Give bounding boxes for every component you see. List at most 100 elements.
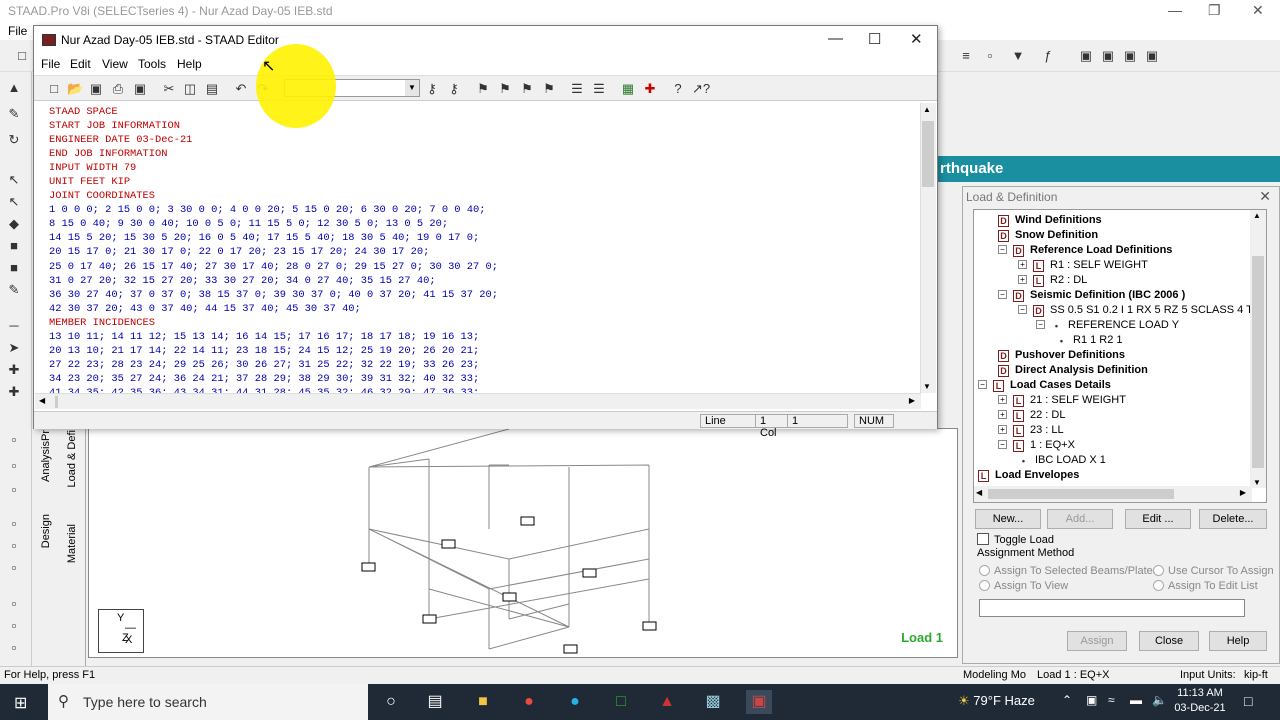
close-button[interactable]: Close (1139, 631, 1199, 651)
editor-line[interactable]: 20 13 10; 21 17 14; 22 14 11; 23 18 15; … (49, 344, 923, 358)
windows-start-icon[interactable]: ⊞ (14, 693, 27, 713)
tree-vertical-scrollbar[interactable]: ▲ ▼ (1250, 210, 1266, 488)
replace-icon[interactable]: ⚷ (446, 81, 462, 97)
toggle-load-checkbox[interactable]: Toggle Load (977, 533, 1054, 546)
expand-icon[interactable]: + (1018, 260, 1027, 269)
chevron-up-icon[interactable]: ⌃ (1062, 693, 1072, 707)
editor-line[interactable]: 13 10 11; 14 11 12; 15 13 14; 16 14 15; … (49, 330, 923, 344)
paste-icon[interactable]: ▫ (6, 538, 22, 554)
tab-load-definition[interactable]: Load & Defi (66, 430, 78, 487)
tree-item[interactable]: D Wind Definitions (998, 213, 1102, 228)
editor-menu-help[interactable]: Help (177, 57, 202, 71)
ruler-icon[interactable]: ─ (6, 318, 22, 334)
taskbar-clock[interactable]: 11:13 AM 03-Dec-21 (1170, 686, 1230, 716)
select-icon[interactable]: ↖ (6, 194, 22, 210)
save-icon[interactable]: ▣ (88, 81, 104, 97)
scroll-thumb[interactable] (988, 489, 1174, 499)
indent-icon[interactable]: ☰ (569, 81, 585, 97)
chevron-down-icon[interactable]: ▼ (405, 80, 419, 96)
formula-icon[interactable]: ƒ (1040, 48, 1056, 64)
node-icon[interactable]: ▫ (982, 48, 998, 64)
editor-line[interactable]: 20 15 17 0; 21 30 17 0; 22 0 17 20; 23 1… (49, 245, 923, 259)
tab-analysis[interactable]: AnalysisPr (40, 430, 52, 482)
panel-close-icon[interactable]: ✕ (1259, 188, 1271, 205)
tree-item[interactable]: − D Reference Load Definitions (998, 243, 1172, 258)
collapse-icon[interactable]: − (1018, 305, 1027, 314)
editor-line[interactable]: START JOB INFORMATION (49, 119, 923, 133)
scroll-right-icon[interactable]: ▶ (909, 396, 915, 405)
editor-maximize-icon[interactable]: ☐ (868, 30, 881, 48)
scroll-left-icon[interactable]: ◀ (976, 488, 982, 497)
split-icon[interactable]: ▫ (6, 482, 22, 498)
grid-table-icon[interactable]: ▦ (620, 81, 636, 97)
staad-editor-task-icon[interactable]: ▣ (746, 690, 772, 714)
tree-item[interactable]: L Load Envelopes (978, 468, 1079, 483)
tree-horizontal-scrollbar[interactable]: ◀ ▶ (974, 486, 1252, 502)
tree-item[interactable]: − D Seismic Definition (IBC 2006 ) (998, 288, 1185, 303)
export-view-icon[interactable]: ▣ (1144, 48, 1160, 64)
tree-item[interactable]: + L 22 : DL (998, 408, 1065, 423)
collapse-icon[interactable]: − (998, 440, 1007, 449)
collapse-icon[interactable]: − (998, 290, 1007, 299)
move-icon[interactable]: ✚ (6, 384, 22, 400)
editor-text-area[interactable]: STAAD SPACE START JOB INFORMATION ENGINEER… (35, 103, 923, 393)
scroll-up-icon[interactable]: ▲ (923, 105, 931, 114)
load-tree[interactable]: D Wind Definitions D Snow Definition − D Refer… (973, 209, 1267, 503)
editor-menu-tools[interactable]: Tools (138, 57, 166, 71)
notepad-icon[interactable]: ▩ (700, 690, 726, 714)
scroll-thumb[interactable] (922, 121, 934, 187)
edit-button[interactable]: Edit ... (1125, 509, 1191, 529)
brush-icon[interactable]: ✎ (6, 282, 22, 298)
editor-menu-file[interactable]: File (41, 57, 60, 71)
bookmark-prev-icon[interactable]: ⚑ (519, 81, 535, 97)
cube-icon[interactable]: ▲ (6, 80, 22, 96)
speaker-icon[interactable]: 🔈 (1152, 693, 1167, 707)
snap-icon[interactable]: ✚ (6, 362, 22, 378)
help-button[interactable]: Help (1209, 631, 1267, 651)
restore-icon[interactable]: ❐ (1208, 2, 1221, 19)
save-view-icon[interactable]: ▣ (1078, 48, 1094, 64)
staad-app-icon[interactable]: □ (608, 690, 634, 714)
copy-icon[interactable]: ◫ (182, 81, 198, 97)
minimize-icon[interactable]: — (1168, 2, 1182, 18)
new-file-icon[interactable]: □ (46, 81, 62, 97)
tree-item[interactable]: • IBC LOAD X 1 (1018, 453, 1106, 468)
editor-line[interactable]: INPUT WIDTH 79 (49, 161, 923, 175)
print-preview-icon[interactable]: ▣ (132, 81, 148, 97)
structural-app-icon[interactable]: ▲ (654, 690, 680, 714)
editor-line[interactable]: MEMBER INCIDENCES (49, 316, 923, 330)
radio-assign-selected[interactable]: Assign To Selected Beams/Plates (979, 565, 1158, 577)
collapse-icon[interactable]: − (978, 380, 987, 389)
tree-item[interactable]: − • REFERENCE LOAD Y (1036, 318, 1179, 333)
editor-menu-edit[interactable]: Edit (70, 57, 91, 71)
scroll-left-icon[interactable]: ◀ (39, 396, 45, 405)
editor-minimize-icon[interactable]: — (828, 30, 843, 47)
tree-item[interactable]: D Snow Definition (998, 228, 1098, 243)
context-help-icon[interactable]: ↗? (692, 81, 710, 97)
model-viewport[interactable]: Y —X Z Load 1 (88, 428, 958, 658)
editor-line[interactable]: 41 34 35; 42 35 36; 43 34 31; 44 31 28; … (49, 386, 923, 393)
tab-design[interactable]: Design (40, 514, 52, 548)
editor-line[interactable]: 1 0 0 0; 2 15 0 0; 3 30 0 0; 4 0 0 20; 5… (49, 203, 923, 217)
delete-icon[interactable]: ▫ (6, 560, 22, 576)
scroll-right-icon[interactable]: ▶ (1240, 488, 1246, 497)
expand-icon[interactable]: + (998, 395, 1007, 404)
editor-line[interactable]: 27 22 23; 28 23 24; 29 25 26; 30 26 27; … (49, 358, 923, 372)
tree-item[interactable]: + L 23 : LL (998, 423, 1064, 438)
bookmark-toggle-icon[interactable]: ⚑ (475, 81, 491, 97)
file-explorer-icon[interactable]: ■ (470, 690, 496, 714)
bookmark-clear-icon[interactable]: ⚑ (541, 81, 557, 97)
print-icon[interactable]: ⎙ (110, 81, 126, 97)
task-view-icon[interactable]: ▤ (422, 690, 448, 714)
assign-button[interactable]: Assign (1067, 631, 1127, 651)
editor-line[interactable]: STAAD SPACE (49, 105, 923, 119)
editor-line[interactable]: UNIT FEET KIP (49, 175, 923, 189)
edge-icon[interactable]: ● (562, 690, 588, 714)
notification-icon[interactable]: □ (1244, 693, 1252, 709)
node-select-icon[interactable]: ◆ (6, 216, 22, 232)
editor-line[interactable]: ENGINEER DATE 03-Dec-21 (49, 133, 923, 147)
taskbar-search[interactable]: ⚲ Type here to search (48, 684, 368, 720)
tree-item[interactable]: + L 21 : SELF WEIGHT (998, 393, 1126, 408)
expand-icon[interactable]: + (998, 425, 1007, 434)
tree-item[interactable]: • R1 1 R2 1 (1056, 333, 1123, 348)
